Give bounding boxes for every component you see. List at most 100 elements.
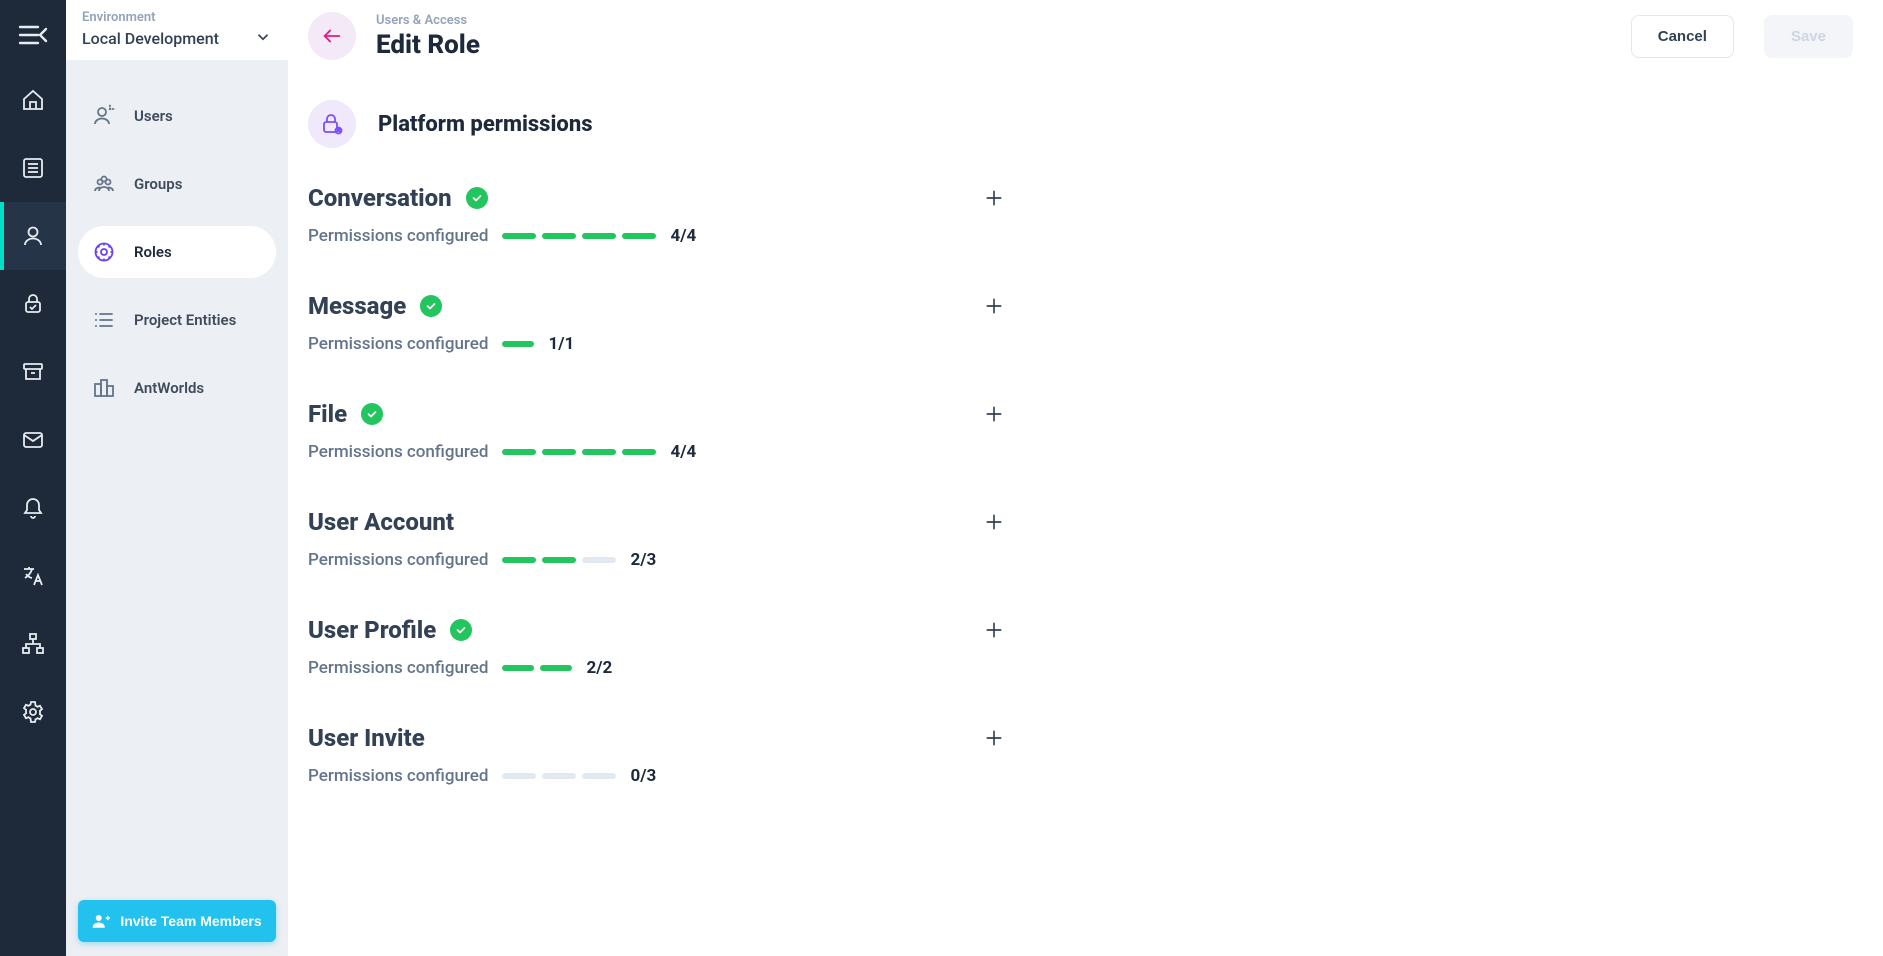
plus-icon — [984, 728, 1004, 748]
permission-config-label: Permissions configured — [308, 226, 488, 246]
permission-header: User Profile — [308, 616, 1008, 644]
rail-users[interactable] — [0, 202, 66, 270]
permission-progress — [502, 773, 616, 779]
environment-label: Environment — [82, 10, 272, 25]
expand-button[interactable] — [980, 184, 1008, 212]
progress-segment — [582, 557, 616, 563]
progress-segment — [502, 233, 536, 239]
expand-button[interactable] — [980, 292, 1008, 320]
permission-config-label: Permissions configured — [308, 550, 488, 570]
progress-segment — [582, 233, 616, 239]
rail-notifications[interactable] — [0, 474, 66, 542]
sidebar-item-label: Groups — [134, 175, 182, 193]
expand-button[interactable] — [980, 400, 1008, 428]
rail-mail[interactable] — [0, 406, 66, 474]
permission-name: Conversation — [308, 184, 452, 212]
progress-segment — [540, 665, 572, 671]
rail-settings[interactable] — [0, 678, 66, 746]
permission-count: 2/2 — [586, 658, 612, 678]
permission-count: 0/3 — [630, 766, 656, 786]
permission-header: File — [308, 400, 1008, 428]
sidebar-item-antworlds[interactable]: AntWorlds — [78, 362, 276, 414]
permission-block: Message Permissions configured1/1 — [308, 292, 1008, 354]
check-icon — [450, 619, 472, 641]
sidebar: Environment Local Development Users Group… — [66, 0, 288, 956]
rail-security[interactable] — [0, 270, 66, 338]
expand-button[interactable] — [980, 616, 1008, 644]
permission-header: Conversation — [308, 184, 1008, 212]
permission-config-label: Permissions configured — [308, 334, 488, 354]
check-icon — [466, 187, 488, 209]
rail-workflow[interactable] — [0, 610, 66, 678]
permission-count: 4/4 — [670, 226, 696, 246]
page-title: Edit Role — [376, 30, 480, 60]
plus-icon — [984, 404, 1004, 424]
permission-block: User Account Permissions configured 2/3 — [308, 508, 1008, 570]
back-button[interactable] — [308, 12, 356, 60]
cancel-button[interactable]: Cancel — [1631, 15, 1734, 58]
page-header: Users & Access Edit Role Cancel Save — [308, 12, 1853, 80]
permission-block: User Invite Permissions configured 0/3 — [308, 724, 1008, 786]
sidebar-item-project-entities[interactable]: Project Entities — [78, 294, 276, 346]
arrow-left-icon — [321, 25, 343, 47]
main-content: Users & Access Edit Role Cancel Save Pla… — [288, 0, 1883, 956]
permission-count: 2/3 — [630, 550, 656, 570]
environment-value: Local Development — [82, 29, 219, 48]
progress-segment — [582, 449, 616, 455]
sidebar-nav: Users Groups Roles Project Entities AntWorld… — [66, 60, 288, 900]
permission-header: User Account — [308, 508, 1008, 536]
sidebar-item-icon — [92, 376, 116, 400]
permission-name: User Profile — [308, 616, 436, 644]
permission-progress — [502, 233, 656, 239]
sidebar-item-label: Project Entities — [134, 311, 236, 329]
progress-segment — [502, 341, 534, 347]
sidebar-item-label: Users — [134, 107, 173, 125]
sidebar-item-users[interactable]: Users — [78, 90, 276, 142]
chevron-down-icon — [254, 28, 272, 46]
sidebar-item-icon — [92, 240, 116, 264]
sidebar-item-roles[interactable]: Roles — [78, 226, 276, 278]
permission-block: Conversation Permissions configured 4/4 — [308, 184, 1008, 246]
progress-segment — [622, 233, 656, 239]
progress-segment — [622, 449, 656, 455]
expand-button[interactable] — [980, 508, 1008, 536]
permission-block: File Permissions configured 4/4 — [308, 400, 1008, 462]
permission-progress — [502, 557, 616, 563]
progress-segment — [542, 449, 576, 455]
progress-segment — [542, 233, 576, 239]
plus-icon — [984, 188, 1004, 208]
permission-count: 4/4 — [670, 442, 696, 462]
rail-list[interactable] — [0, 134, 66, 202]
sidebar-item-label: Roles — [134, 243, 172, 261]
permission-config-row: Permissions configured1/1 — [308, 334, 1008, 354]
permission-config-row: Permissions configured 0/3 — [308, 766, 1008, 786]
rail-home[interactable] — [0, 66, 66, 134]
invite-team-label: Invite Team Members — [120, 913, 261, 929]
permission-header: Message — [308, 292, 1008, 320]
permission-name: User Invite — [308, 724, 425, 752]
app-logo[interactable] — [18, 14, 48, 56]
permission-config-label: Permissions configured — [308, 442, 488, 462]
invite-team-button[interactable]: Invite Team Members — [78, 900, 276, 942]
sidebar-item-icon — [92, 172, 116, 196]
environment-selector[interactable]: Environment Local Development — [66, 0, 288, 60]
progress-segment — [502, 557, 536, 563]
expand-button[interactable] — [980, 724, 1008, 752]
section-header: Platform permissions — [308, 100, 1853, 148]
progress-segment — [502, 665, 534, 671]
permission-progress — [502, 665, 572, 671]
sidebar-item-icon — [92, 308, 116, 332]
permission-progress — [502, 449, 656, 455]
permission-config-row: Permissions configured 2/3 — [308, 550, 1008, 570]
person-add-icon — [92, 912, 110, 930]
permission-name: File — [308, 400, 347, 428]
check-icon — [420, 295, 442, 317]
permission-name: User Account — [308, 508, 454, 536]
permission-config-row: Permissions configured 4/4 — [308, 226, 1008, 246]
permission-config-label: Permissions configured — [308, 766, 488, 786]
sidebar-item-groups[interactable]: Groups — [78, 158, 276, 210]
rail-archive[interactable] — [0, 338, 66, 406]
permissions-list: Conversation Permissions configured 4/4 Mes… — [308, 184, 1008, 786]
rail-translate[interactable] — [0, 542, 66, 610]
permission-config-row: Permissions configured2/2 — [308, 658, 1008, 678]
